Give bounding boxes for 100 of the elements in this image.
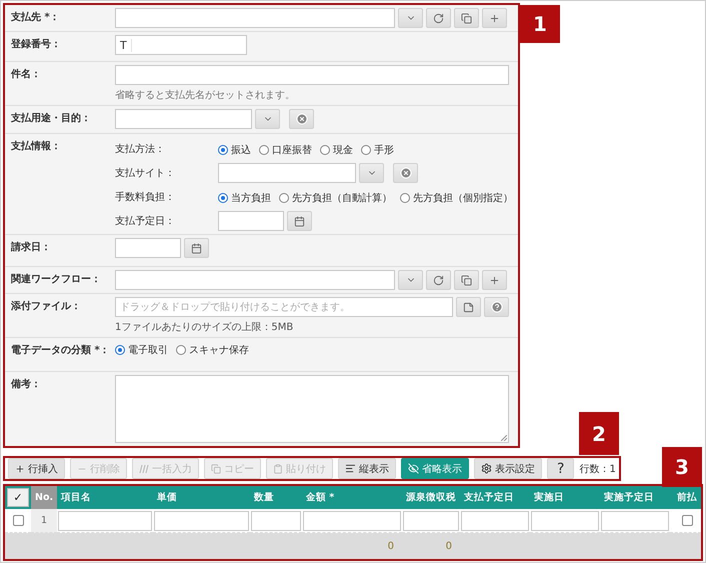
field-label: 支払用途・目的：: [11, 112, 92, 126]
dropdown-button[interactable]: [255, 109, 280, 129]
refresh-icon: [433, 12, 444, 24]
clear-icon: [296, 113, 308, 125]
cell-input[interactable]: [251, 510, 301, 530]
cell-input[interactable]: [58, 510, 152, 530]
column-header: 金額 *: [302, 486, 402, 509]
radio-option[interactable]: スキャナ保存: [176, 343, 249, 357]
column-header: 実施予定日: [600, 486, 670, 509]
radio-option[interactable]: 当方負担: [218, 191, 271, 205]
field-label: 関連ワークフロー：: [11, 272, 102, 287]
callout-number: 3: [662, 447, 702, 487]
help-icon: [490, 301, 502, 313]
field-label: 添付ファイル：: [11, 300, 82, 314]
text-field[interactable]: [115, 8, 395, 28]
field-label: 支払サイト：: [115, 166, 176, 180]
field-label: 登録番号：: [11, 38, 62, 52]
plus-icon: [489, 274, 500, 286]
select-all-button[interactable]: ✓: [7, 488, 29, 507]
placeholder-text: ドラッグ＆ドロップで貼り付けることができます。: [120, 300, 350, 314]
date-field[interactable]: [115, 238, 181, 258]
select-field[interactable]: [218, 163, 356, 183]
vertical-button[interactable]: 縦表示: [338, 458, 396, 479]
radio-option[interactable]: 手形: [361, 143, 394, 157]
field-label: 支払情報：: [11, 140, 62, 154]
column-header: 源泉徴収税: [402, 486, 460, 509]
plus-icon: [489, 12, 500, 24]
radio-option[interactable]: 電子取引: [115, 343, 168, 357]
eye-off-icon: [408, 463, 419, 474]
calendar-icon: [294, 216, 305, 226]
column-header: 数量: [250, 486, 302, 509]
field-label: 請求日：: [11, 240, 52, 255]
text-field[interactable]: T: [115, 35, 247, 55]
select-field[interactable]: [115, 109, 252, 129]
column-header: 項目名: [57, 486, 153, 509]
copy-icon: [461, 274, 472, 286]
row-checkbox[interactable]: [12, 515, 24, 526]
file-button[interactable]: [456, 297, 481, 317]
clear-button[interactable]: [289, 109, 314, 129]
clear-icon: [400, 167, 412, 179]
field-label: 支払先 *：: [11, 10, 61, 25]
radio-option[interactable]: 現金: [320, 143, 353, 157]
radio-option[interactable]: 先方負担（個別指定）: [400, 191, 513, 205]
help-button[interactable]: ?: [547, 458, 574, 479]
add-button[interactable]: [482, 270, 507, 290]
field-label: 電子データの分類 *：: [11, 344, 111, 358]
row-count: 行数：1: [579, 462, 616, 476]
note-icon: [463, 302, 474, 312]
column-header: 単価: [153, 486, 250, 509]
radio-option[interactable]: 口座振替: [259, 143, 312, 157]
radio-option[interactable]: 振込: [218, 143, 251, 157]
row-number: 1: [31, 509, 57, 533]
copy-icon: [461, 12, 472, 24]
hint-text: 1ファイルあたりのサイズの上限：5MB: [115, 320, 294, 334]
refresh-button[interactable]: [426, 270, 451, 290]
insert-button[interactable]: 行挿入: [8, 458, 65, 479]
total-value: 0: [388, 540, 394, 552]
cell-input[interactable]: [303, 510, 401, 530]
clear-button[interactable]: [393, 163, 418, 183]
cell-input[interactable]: [461, 510, 529, 530]
clipboard-icon: [273, 464, 283, 474]
prepaid-checkbox[interactable]: [682, 515, 693, 526]
calendar-button[interactable]: [287, 211, 312, 231]
text-field[interactable]: [115, 270, 395, 290]
refresh-button[interactable]: [426, 8, 451, 28]
prefix-text: T: [120, 38, 132, 52]
callout-number: 2: [579, 412, 619, 455]
copy-button[interactable]: [454, 270, 479, 290]
textarea-field[interactable]: [115, 375, 509, 443]
field-label: 件名：: [11, 68, 42, 82]
calendar-button[interactable]: [184, 238, 209, 258]
total-value: 0: [446, 540, 452, 552]
cell-input[interactable]: [531, 510, 599, 530]
cell-input[interactable]: [154, 510, 249, 530]
column-header: No.: [31, 486, 57, 509]
field-label: 支払予定日：: [115, 214, 176, 228]
dropdown-button[interactable]: [359, 163, 384, 183]
text-field[interactable]: [115, 65, 509, 85]
radio-option[interactable]: 先方負担（自動計算）: [279, 191, 392, 205]
lines-icon: [345, 463, 356, 474]
resize-handle-icon[interactable]: [501, 435, 507, 441]
field-label: 支払方法：: [115, 142, 166, 156]
copy-icon: [211, 464, 221, 474]
refresh-icon: [433, 274, 444, 286]
date-field[interactable]: [218, 211, 284, 231]
field-label: 備考：: [11, 378, 42, 392]
settings-button[interactable]: 表示設定: [474, 458, 542, 479]
copy-button[interactable]: [454, 8, 479, 28]
column-header: 実施日: [530, 486, 600, 509]
field-label: 手数料負担：: [115, 190, 176, 204]
calendar-icon: [191, 242, 202, 254]
add-button[interactable]: [482, 8, 507, 28]
column-header: 支払予定日: [460, 486, 530, 509]
column-header: 前払: [670, 486, 701, 509]
cell-input[interactable]: [601, 510, 669, 530]
callout-number: 1: [520, 5, 560, 43]
hint-text: 省略すると支払先名がセットされます。: [115, 88, 296, 102]
slashes-icon: [139, 464, 149, 474]
cell-input[interactable]: [403, 510, 459, 530]
help-button[interactable]: [484, 297, 509, 317]
